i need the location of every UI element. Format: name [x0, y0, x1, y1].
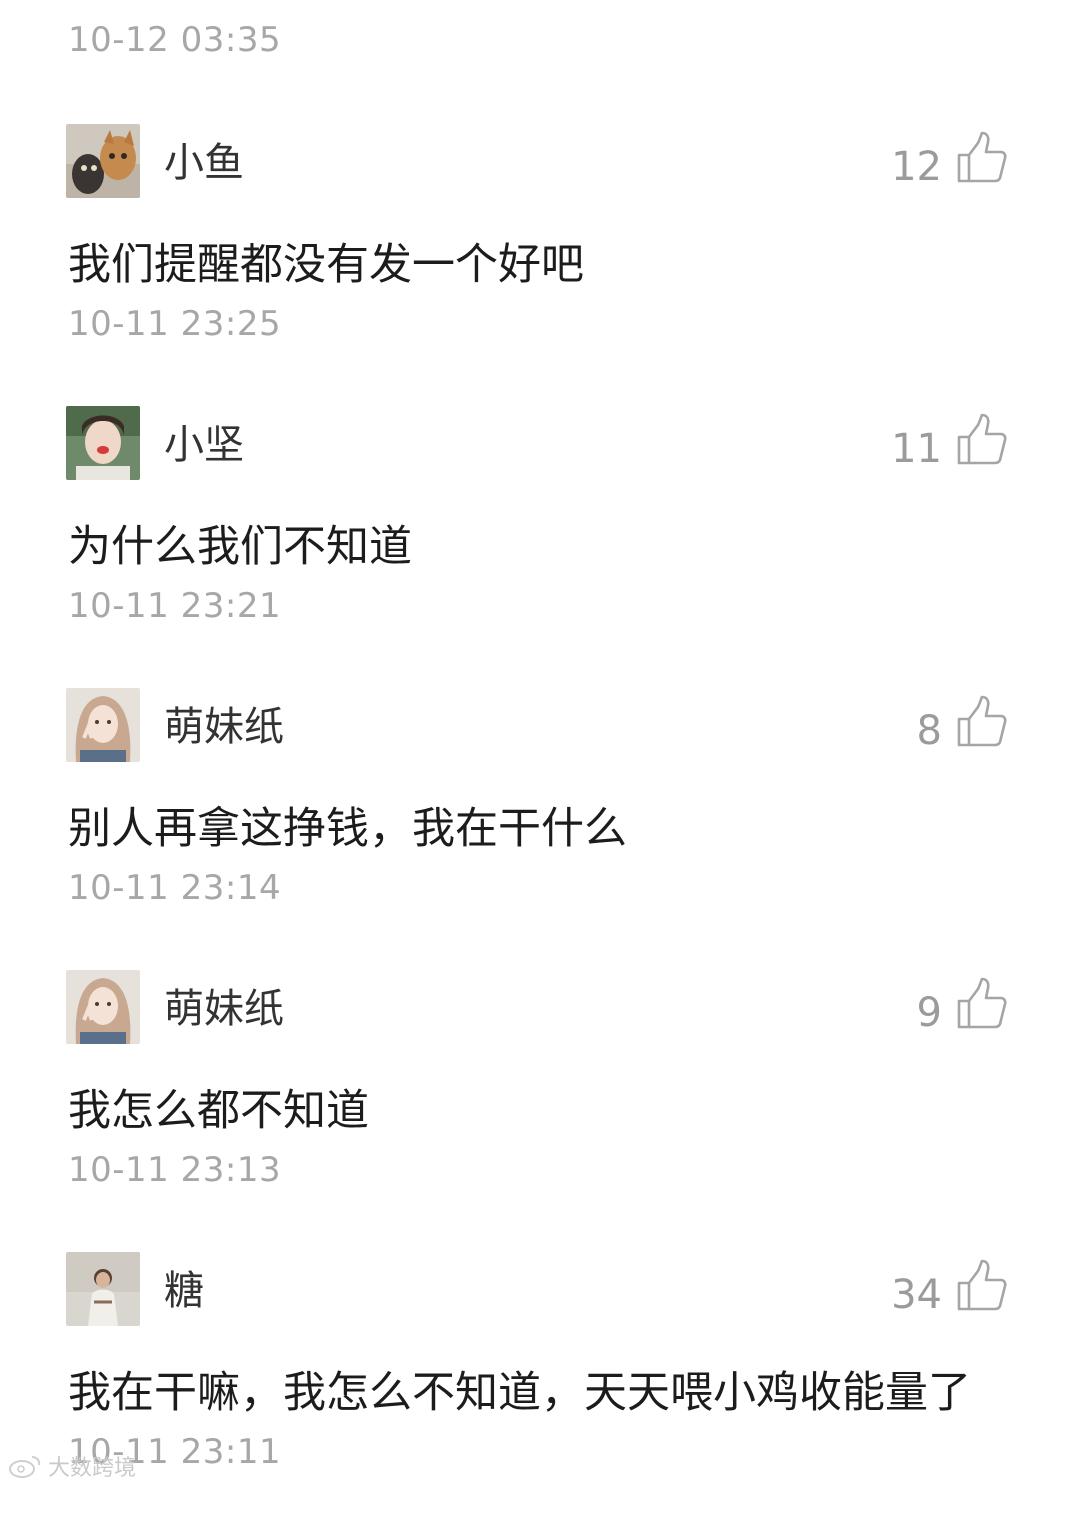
avatar[interactable]	[66, 970, 140, 1044]
avatar-image-person	[66, 1252, 140, 1326]
avatar[interactable]	[66, 1252, 140, 1326]
comment-text: 我在干嘛，我怎么不知道，天天喂小鸡收能量了	[68, 1368, 971, 1418]
username[interactable]: 糖	[164, 1258, 204, 1316]
avatar-image-cats	[66, 124, 140, 198]
comment-item: 小鱼 12 我们提醒都没有发一个好吧 10-11 23:25	[0, 124, 1080, 406]
comment-item: 小坚 11 为什么我们不知道 10-11 23:21	[0, 406, 1080, 688]
comment-timestamp: 10-11 23:25	[68, 304, 282, 344]
watermark-text: 大数跨境	[48, 1456, 137, 1481]
like-button[interactable]: 9	[916, 974, 1008, 1036]
comment-item: 萌妹纸 9 我怎么都不知道 10-11 23:13	[0, 970, 1080, 1252]
thumbs-up-icon	[957, 695, 1007, 747]
comment-timestamp: 10-11 23:14	[68, 868, 282, 908]
avatar[interactable]	[66, 406, 140, 480]
comment-text: 我怎么都不知道	[68, 1086, 369, 1136]
username[interactable]: 萌妹纸	[164, 694, 284, 752]
like-count: 34	[891, 1272, 942, 1318]
thumbs-up-icon	[957, 1259, 1007, 1311]
avatar[interactable]	[66, 688, 140, 762]
weibo-logo-icon	[9, 1456, 41, 1478]
like-button[interactable]: 8	[916, 692, 1008, 754]
comment-text: 我们提醒都没有发一个好吧	[68, 240, 584, 290]
thumbs-up-icon	[957, 413, 1007, 465]
like-button[interactable]: 34	[891, 1256, 1008, 1318]
top-timestamp: 10-12 03:35	[68, 20, 282, 60]
avatar-image-girl	[66, 688, 140, 762]
avatar-image-girl	[66, 970, 140, 1044]
username[interactable]: 萌妹纸	[164, 976, 284, 1034]
comment-timestamp: 10-11 23:21	[68, 586, 282, 626]
thumbs-up-icon	[957, 977, 1007, 1029]
avatar-image-girl	[66, 406, 140, 480]
comment-timestamp: 10-11 23:13	[68, 1150, 282, 1190]
like-button[interactable]: 12	[891, 128, 1008, 190]
avatar[interactable]	[66, 124, 140, 198]
username[interactable]: 小鱼	[164, 130, 244, 188]
comment-item: 萌妹纸 8 别人再拿这挣钱，我在干什么 10-11 23:14	[0, 688, 1080, 970]
comment-text: 别人再拿这挣钱，我在干什么	[68, 804, 627, 854]
like-count: 11	[891, 426, 942, 472]
watermark: 大数跨境	[8, 1450, 136, 1482]
like-button[interactable]: 11	[891, 410, 1008, 472]
comment-item: 糖 34 我在干嘛，我怎么不知道，天天喂小鸡收能量了 10-11 23:11	[0, 1252, 1080, 1534]
like-count: 12	[891, 144, 942, 190]
comment-text: 为什么我们不知道	[68, 522, 412, 572]
like-count: 9	[916, 990, 942, 1036]
thumbs-up-icon	[957, 131, 1007, 183]
username[interactable]: 小坚	[164, 412, 244, 470]
like-count: 8	[916, 708, 942, 754]
